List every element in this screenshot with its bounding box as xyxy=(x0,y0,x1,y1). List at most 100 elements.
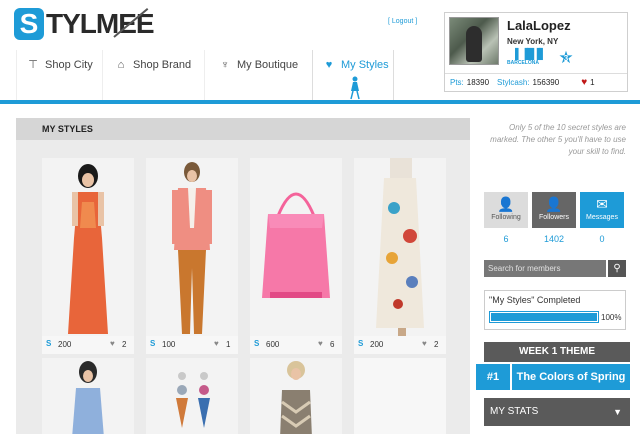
style-card[interactable] xyxy=(42,358,134,434)
card-meta: S 200 ♥ 2 xyxy=(354,338,446,352)
followers-label: Followers xyxy=(539,214,569,221)
pin-icon: ♆ xyxy=(220,59,230,71)
nav-shop-brand[interactable]: ⌂ Shop Brand xyxy=(102,50,204,100)
my-stats-label: MY STATS xyxy=(490,406,539,417)
nav-shop-city-label: Shop City xyxy=(45,59,93,71)
profile-card: LalaLopez New York, NY ▌▐█▐▌ BARCELONA ★… xyxy=(444,12,628,92)
nav-my-boutique-label: My Boutique xyxy=(237,59,299,71)
progress-fill xyxy=(491,313,597,321)
star-icon: ★ 3 xyxy=(558,48,574,67)
hanger-icon: ⌂ xyxy=(117,59,125,71)
card-meta: S 600 ♥ 6 xyxy=(250,338,342,352)
nav-shop-city[interactable]: ⊤ Shop City xyxy=(16,50,102,100)
pts-value: 18390 xyxy=(466,78,490,87)
stylmee-logo[interactable]: S TYLMEE xyxy=(14,6,155,42)
heart-icon: ♥ xyxy=(325,59,333,71)
envelope-icon: ✉ xyxy=(596,196,608,212)
card-meta: S 200 ♥ 2 xyxy=(42,338,134,352)
style-card[interactable]: S 100 ♥ 1 xyxy=(146,158,238,354)
product-image-pink-tote[interactable] xyxy=(250,158,342,336)
card-meta: S 100 ♥ 1 xyxy=(146,338,238,352)
messages-button[interactable]: ✉ Messages xyxy=(580,192,624,228)
style-card[interactable]: S 200 ♥ 2 xyxy=(354,158,446,354)
heart-icon: ♥ xyxy=(581,77,588,88)
progress-percent: 100% xyxy=(601,313,622,322)
social-stats: 👤 Following 👤 Followers ✉ Messages 6 140… xyxy=(484,192,630,244)
heart-icon[interactable]: ♥ xyxy=(214,339,219,348)
card-points: 600 xyxy=(266,340,280,349)
card-points: 200 xyxy=(58,340,72,349)
logout-link[interactable]: [ Logout ] xyxy=(388,18,417,25)
following-button[interactable]: 👤 Following xyxy=(484,192,528,228)
product-image-earrings[interactable] xyxy=(146,358,238,434)
main-nav: ⊤ Shop City ⌂ Shop Brand ♆ My Boutique ♥… xyxy=(16,50,394,100)
style-card[interactable]: S 600 ♥ 6 xyxy=(250,158,342,354)
style-card[interactable] xyxy=(354,358,446,434)
completion-progress: "My Styles" Completed 100% xyxy=(484,290,626,330)
stylcash-value: 156390 xyxy=(532,78,560,87)
member-search-input[interactable] xyxy=(484,260,606,277)
product-image-orange-dress[interactable] xyxy=(42,158,134,336)
search-icon: ⚲ xyxy=(613,263,621,274)
card-likes: 2 xyxy=(434,340,439,349)
skyline-icon: ▌▐█▐▌ xyxy=(515,49,546,60)
product-image-chevron-top[interactable] xyxy=(250,358,342,434)
nav-my-styles-label: My Styles xyxy=(341,59,389,71)
heart-icon[interactable]: ♥ xyxy=(110,339,115,348)
triangle-down-icon: ▼ xyxy=(613,407,622,417)
messages-count[interactable]: 0 xyxy=(580,234,624,244)
followers-button[interactable]: 👤 Followers xyxy=(532,192,576,228)
points-icon: S xyxy=(150,339,156,348)
style-card[interactable] xyxy=(250,358,342,434)
product-image-printed-skirt[interactable] xyxy=(354,158,446,336)
style-card[interactable]: S 200 ♥ 2 xyxy=(42,158,134,354)
user-location: New York, NY xyxy=(507,37,559,46)
nav-my-boutique[interactable]: ♆ My Boutique xyxy=(204,50,312,100)
nav-underline xyxy=(0,100,640,104)
panel-header: MY STYLES xyxy=(16,118,470,140)
nav-shop-brand-label: Shop Brand xyxy=(133,59,192,71)
walking-woman-icon xyxy=(350,76,360,100)
following-count[interactable]: 6 xyxy=(484,234,528,244)
card-likes: 2 xyxy=(122,340,127,349)
logo-letter: S xyxy=(14,8,44,40)
profile-stats: Pts: 18390 Stylcash: 156390 ♥ 1 xyxy=(445,73,627,91)
progress-bar xyxy=(489,311,599,323)
product-image-pink-blazer[interactable] xyxy=(146,158,238,336)
theme-name: The Colors of Spring xyxy=(512,364,630,390)
following-label: Following xyxy=(491,214,521,221)
heart-icon[interactable]: ♥ xyxy=(422,339,427,348)
page-title: MY STYLES xyxy=(42,124,93,134)
followers-count[interactable]: 1402 xyxy=(532,234,576,244)
secret-styles-hint: Only 5 of the 10 secret styles are marke… xyxy=(490,123,626,156)
person-icon: 👤 xyxy=(497,196,515,212)
stylcash-label: Stylcash: xyxy=(497,78,530,87)
city-badge: ▌▐█▐▌ BARCELONA xyxy=(507,49,555,67)
heart-count: 1 xyxy=(590,78,595,87)
person-icon: 👤 xyxy=(545,196,563,212)
nav-my-styles[interactable]: ♥ My Styles xyxy=(312,50,394,100)
card-likes: 1 xyxy=(226,340,231,349)
my-styles-panel: MY STYLES S 200 ♥ 2 S 100 ♥ 1 S 600 ♥ 6 … xyxy=(16,118,470,434)
card-points: 100 xyxy=(162,340,176,349)
points-icon: S xyxy=(46,339,52,348)
my-stats-toggle[interactable]: MY STATS ▼ xyxy=(484,398,630,426)
card-likes: 6 xyxy=(330,340,335,349)
points-icon: S xyxy=(254,339,260,348)
product-image-blue-dress[interactable] xyxy=(42,358,134,434)
username[interactable]: LalaLopez xyxy=(507,18,571,33)
progress-title: "My Styles" Completed xyxy=(489,295,581,305)
signpost-icon: ⊤ xyxy=(28,59,38,71)
heart-icon[interactable]: ♥ xyxy=(318,339,323,348)
search-button[interactable]: ⚲ xyxy=(608,260,626,277)
points-icon: S xyxy=(358,339,364,348)
theme-number: #1 xyxy=(476,364,510,390)
card-points: 200 xyxy=(370,340,384,349)
week-theme-header: WEEK 1 THEME xyxy=(484,342,630,362)
theme-row[interactable]: #1 The Colors of Spring xyxy=(476,364,630,390)
messages-label: Messages xyxy=(586,214,618,221)
avatar[interactable] xyxy=(449,17,499,65)
logo-wordmark: TYLMEE xyxy=(46,8,155,39)
pts-label: Pts: xyxy=(450,78,464,87)
style-card[interactable] xyxy=(146,358,238,434)
